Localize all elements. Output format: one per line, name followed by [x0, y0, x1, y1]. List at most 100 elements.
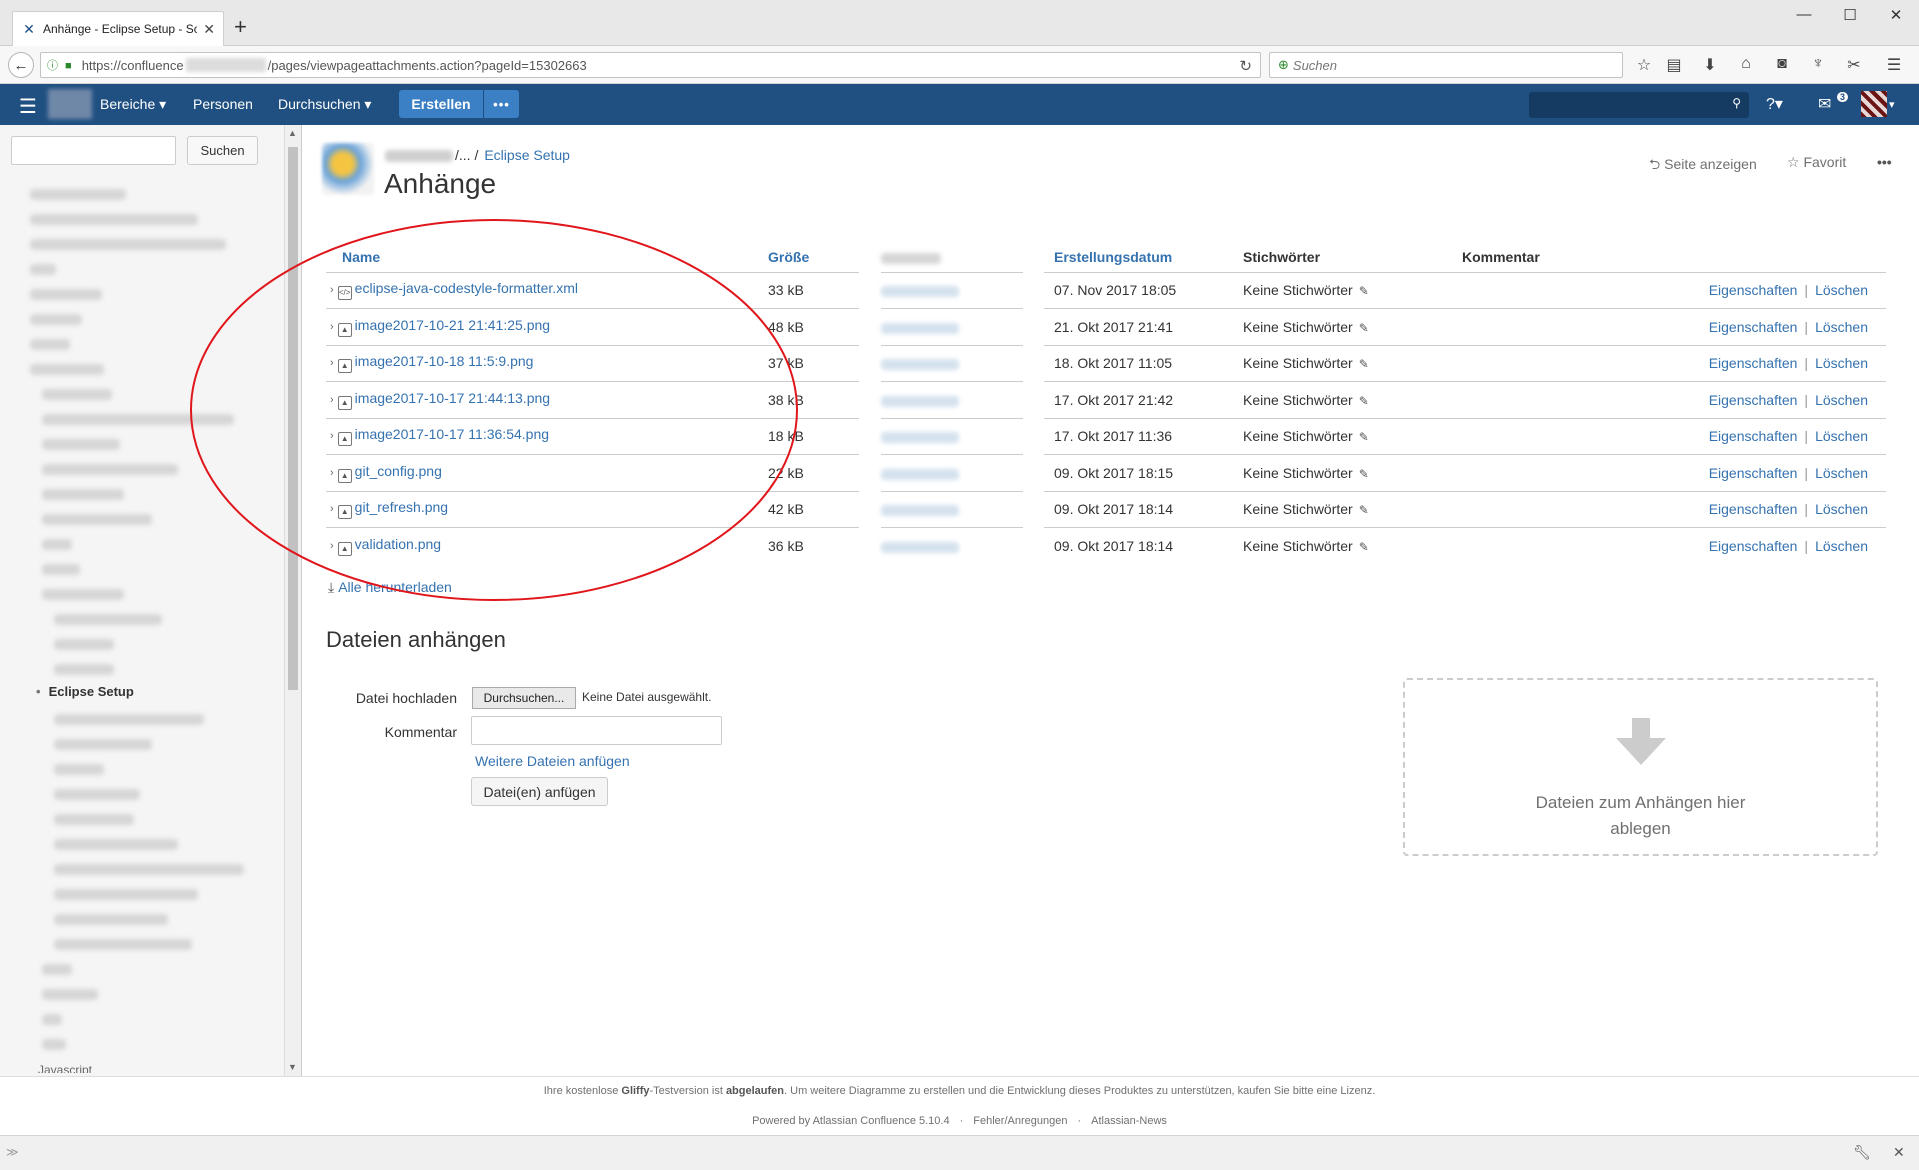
tree-item-redacted[interactable]: [54, 664, 114, 675]
creator-redacted[interactable]: [881, 541, 959, 553]
sidebar-search-button[interactable]: Suchen: [187, 136, 258, 165]
column-header-size[interactable]: Größe: [768, 242, 859, 272]
tree-item-redacted[interactable]: [30, 239, 226, 250]
delete-link[interactable]: Löschen: [1815, 538, 1868, 554]
delete-link[interactable]: Löschen: [1815, 501, 1868, 517]
screenshot-icon[interactable]: ✂: [1843, 55, 1865, 75]
wrench-icon[interactable]: 🔧︎: [1853, 1144, 1871, 1161]
tree-item-redacted[interactable]: [54, 939, 192, 950]
reload-icon[interactable]: ↻: [1239, 57, 1252, 75]
nav-spaces[interactable]: Bereiche ▾: [100, 96, 166, 113]
tree-item-redacted[interactable]: [30, 314, 82, 325]
tree-item-redacted[interactable]: [42, 514, 152, 525]
creator-redacted[interactable]: [881, 432, 959, 444]
news-link[interactable]: Atlassian-News: [1091, 1115, 1167, 1127]
user-avatar[interactable]: [1861, 91, 1887, 117]
drop-zone[interactable]: Dateien zum Anhängen hier ablegen: [1403, 678, 1878, 856]
delete-link[interactable]: Löschen: [1815, 465, 1868, 481]
properties-link[interactable]: Eigenschaften: [1709, 501, 1798, 517]
tree-item-redacted[interactable]: [42, 1039, 66, 1050]
home-icon[interactable]: ⌂: [1735, 55, 1757, 73]
expand-chevron-icon[interactable]: ›: [330, 467, 334, 479]
tree-item-redacted[interactable]: [42, 439, 120, 450]
column-header-created[interactable]: Erstellungsdatum: [1044, 242, 1243, 272]
user-menu-chevron-icon[interactable]: ▾: [1889, 98, 1895, 111]
delete-link[interactable]: Löschen: [1815, 428, 1868, 444]
add-more-files-link[interactable]: Weitere Dateien anfügen: [475, 753, 630, 769]
file-name-link[interactable]: image2017-10-18 11:5:9.png: [355, 353, 534, 369]
edit-tags-pencil-icon[interactable]: ✎: [1359, 540, 1369, 554]
app-switcher-icon[interactable]: ☰: [19, 94, 37, 119]
properties-link[interactable]: Eigenschaften: [1709, 355, 1798, 371]
properties-link[interactable]: Eigenschaften: [1709, 465, 1798, 481]
sidebar-item-javascript[interactable]: Javascript: [38, 1063, 92, 1073]
pocket-icon[interactable]: ◙: [1771, 55, 1793, 73]
column-header-creator[interactable]: [881, 242, 1023, 272]
creator-redacted[interactable]: [881, 322, 959, 334]
bookmark-star-icon[interactable]: ☆: [1633, 55, 1655, 75]
delete-link[interactable]: Löschen: [1815, 392, 1868, 408]
tree-item-redacted[interactable]: [30, 214, 198, 225]
favorite-action[interactable]: ☆ Favorit: [1787, 154, 1846, 171]
reading-list-icon[interactable]: ▤: [1663, 55, 1685, 75]
page-more-actions-button[interactable]: •••: [1877, 154, 1892, 170]
sidebar-search-input[interactable]: [11, 136, 176, 165]
tree-item-redacted[interactable]: [42, 464, 178, 475]
delete-link[interactable]: Löschen: [1815, 355, 1868, 371]
expand-chevron-icon[interactable]: ›: [330, 503, 334, 515]
maximize-icon[interactable]: ☐: [1838, 6, 1862, 24]
tree-item-redacted[interactable]: [42, 964, 72, 975]
tree-item-redacted[interactable]: [30, 264, 56, 275]
delete-link[interactable]: Löschen: [1815, 319, 1868, 335]
nav-people[interactable]: Personen: [193, 96, 253, 112]
tree-item-redacted[interactable]: [54, 639, 114, 650]
file-name-link[interactable]: image2017-10-21 21:41:25.png: [355, 317, 550, 333]
notifications-icon[interactable]: ✉: [1818, 94, 1831, 114]
comment-input[interactable]: [471, 716, 722, 745]
creator-redacted[interactable]: [881, 468, 959, 480]
minimize-icon[interactable]: —: [1792, 6, 1816, 23]
tree-item-redacted[interactable]: [54, 764, 104, 775]
creator-redacted[interactable]: [881, 286, 959, 298]
tree-item-redacted[interactable]: [54, 814, 134, 825]
tree-item-redacted[interactable]: [30, 339, 70, 350]
tree-item-redacted[interactable]: [54, 714, 204, 725]
expand-chevron-icon[interactable]: ›: [330, 430, 334, 442]
properties-link[interactable]: Eigenschaften: [1709, 282, 1798, 298]
creator-redacted[interactable]: [881, 359, 959, 371]
creator-redacted[interactable]: [881, 395, 959, 407]
browse-files-button[interactable]: Durchsuchen...: [472, 687, 576, 709]
expand-chevron-icon[interactable]: ›: [330, 540, 334, 552]
edit-tags-pencil-icon[interactable]: ✎: [1359, 430, 1369, 444]
tree-item-redacted[interactable]: [42, 564, 80, 575]
sidebar-current-page[interactable]: Eclipse Setup: [36, 684, 134, 699]
help-icon[interactable]: ?▾: [1766, 94, 1783, 114]
file-name-link[interactable]: eclipse-java-codestyle-formatter.xml: [355, 280, 578, 296]
edit-tags-pencil-icon[interactable]: ✎: [1359, 284, 1369, 298]
scroll-down-icon[interactable]: ▼: [288, 1062, 297, 1072]
tab-close-icon[interactable]: ✕: [203, 21, 215, 38]
tree-item-redacted[interactable]: [54, 889, 198, 900]
file-name-link[interactable]: image2017-10-17 21:44:13.png: [355, 390, 550, 406]
nav-browse[interactable]: Durchsuchen ▾: [278, 96, 371, 113]
properties-link[interactable]: Eigenschaften: [1709, 428, 1798, 444]
tree-item-redacted[interactable]: [42, 414, 234, 425]
sidebar-scrollbar[interactable]: ▲ ▼: [284, 125, 301, 1076]
scroll-up-icon[interactable]: ▲: [288, 128, 297, 138]
edit-tags-pencil-icon[interactable]: ✎: [1359, 467, 1369, 481]
tree-item-redacted[interactable]: [54, 839, 178, 850]
expand-chevron-icon[interactable]: ›: [330, 321, 334, 333]
tree-item-redacted[interactable]: [30, 364, 104, 375]
tree-item-redacted[interactable]: [30, 289, 102, 300]
edit-tags-pencil-icon[interactable]: ✎: [1359, 357, 1369, 371]
tree-item-redacted[interactable]: [42, 539, 72, 550]
tree-item-redacted[interactable]: [42, 389, 112, 400]
tree-item-redacted[interactable]: [54, 789, 140, 800]
attach-files-button[interactable]: Datei(en) anfügen: [471, 777, 608, 806]
tree-item-redacted[interactable]: [42, 989, 98, 1000]
edit-tags-pencil-icon[interactable]: ✎: [1359, 394, 1369, 408]
download-all-link[interactable]: ⤓ Alle herunterladen: [328, 579, 452, 596]
file-name-link[interactable]: validation.png: [355, 536, 441, 552]
file-name-link[interactable]: image2017-10-17 11:36:54.png: [355, 426, 549, 442]
create-more-button[interactable]: •••: [484, 90, 519, 118]
